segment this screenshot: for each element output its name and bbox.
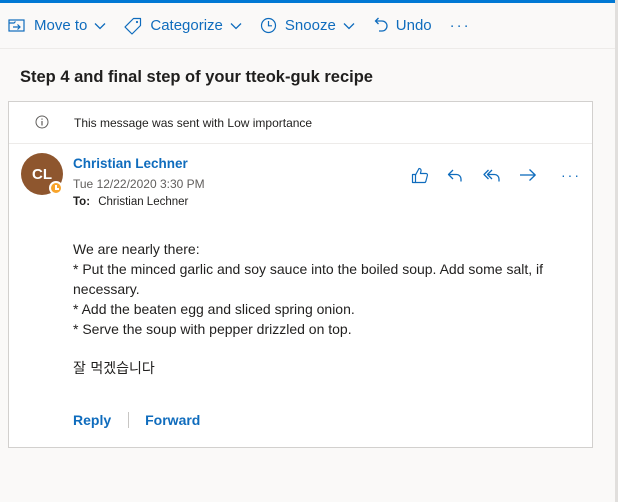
categorize-label: Categorize — [150, 17, 223, 34]
reply-forward-bar: Reply Forward — [73, 412, 200, 428]
message-card: This message was sent with Low importanc… — [8, 101, 593, 448]
body-line: * Add the beaten egg and sliced spring o… — [73, 301, 355, 317]
toolbar: Move to Categorize Snooze Undo ··· — [0, 3, 615, 49]
recipient-line: To: Christian Lechner — [73, 196, 188, 208]
sender-name[interactable]: Christian Lechner — [73, 156, 188, 171]
move-to-button[interactable]: Move to — [8, 3, 106, 49]
more-icon[interactable]: ··· — [561, 167, 581, 183]
undo-button[interactable]: Undo — [373, 3, 432, 49]
recipient-name[interactable]: Christian Lechner — [98, 196, 188, 208]
chevron-down-icon — [94, 22, 106, 29]
snooze-label: Snooze — [284, 17, 336, 34]
clock-icon — [260, 17, 277, 34]
avatar-initials: CL — [32, 165, 52, 183]
importance-banner: This message was sent with Low importanc… — [9, 102, 592, 144]
importance-text: This message was sent with Low importanc… — [74, 116, 313, 130]
like-icon — [411, 167, 429, 183]
forward-button-icon[interactable] — [519, 163, 555, 187]
message-body: We are nearly there: * Put the minced ga… — [73, 239, 583, 379]
body-line: * Put the minced garlic and soy sauce in… — [73, 261, 544, 297]
move-to-label: Move to — [34, 17, 88, 34]
reply-button[interactable]: Reply — [73, 412, 111, 428]
info-icon — [35, 115, 49, 129]
body-line: We are nearly there: — [73, 241, 200, 257]
reply-icon — [447, 169, 462, 181]
reply-all-icon — [483, 169, 500, 181]
divider — [128, 412, 130, 428]
undo-label: Undo — [395, 17, 432, 34]
undo-icon — [374, 17, 388, 32]
to-label: To: — [73, 196, 91, 208]
reply-all-button[interactable] — [483, 163, 519, 187]
forward-icon — [520, 169, 536, 181]
message-actions: ··· — [411, 163, 581, 187]
forward-button[interactable]: Forward — [145, 412, 200, 428]
like-button[interactable] — [411, 163, 447, 187]
message-subject: Step 4 and final step of your tteok-guk … — [20, 68, 373, 86]
away-icon — [49, 181, 63, 195]
body-line: * Serve the soup with pepper drizzled on… — [73, 321, 352, 337]
snooze-button[interactable]: Snooze — [260, 3, 355, 49]
message-date: Tue 12/22/2020 3:30 PM — [73, 177, 205, 191]
chevron-down-icon — [230, 22, 242, 29]
move-to-icon — [8, 18, 25, 32]
categorize-button[interactable]: Categorize — [124, 3, 242, 49]
body-closing: 잘 먹겠습니다 — [73, 361, 155, 377]
more-actions-button[interactable]: ··· — [450, 17, 471, 34]
tag-icon — [124, 17, 142, 35]
reply-button-icon[interactable] — [447, 163, 483, 187]
chevron-down-icon — [343, 22, 355, 29]
